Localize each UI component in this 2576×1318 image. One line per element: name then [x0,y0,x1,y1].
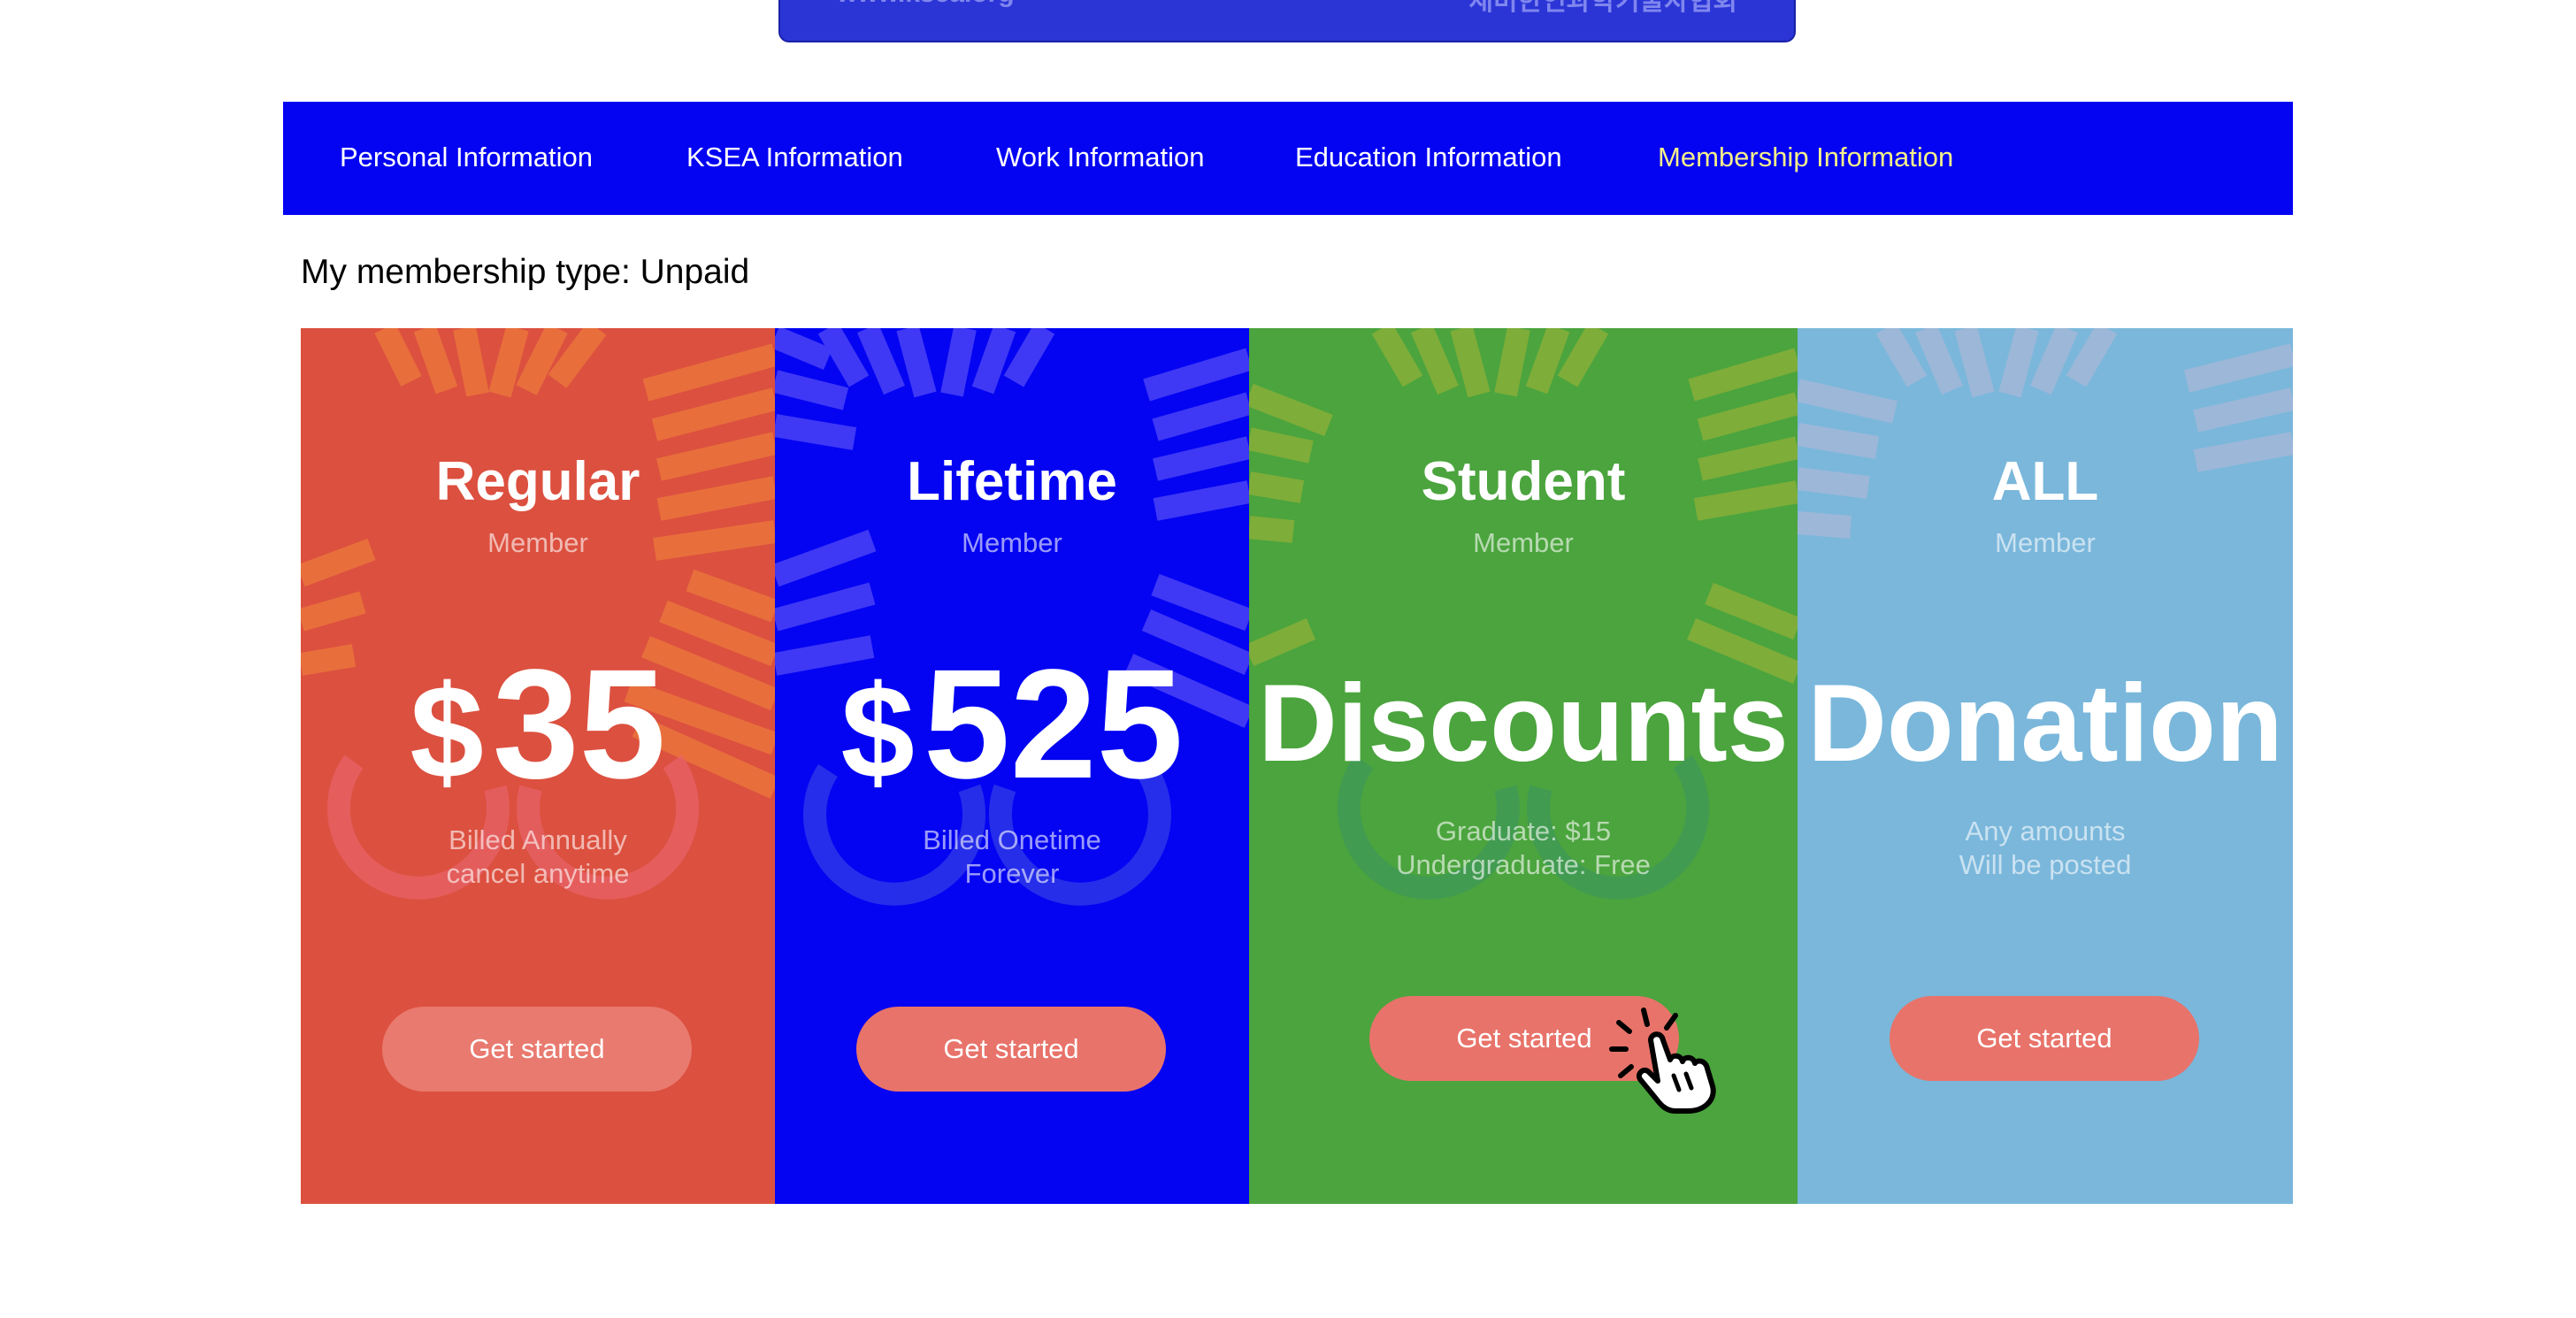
card-note-line-1: Billed Annually [448,824,627,855]
get-started-button-all[interactable]: Get started [1890,996,2199,1081]
currency-symbol: $ [840,657,915,806]
tab-ksea-information[interactable]: KSEA Information [686,142,903,173]
card-title: Student [1421,451,1626,512]
card-lifetime: Lifetime Member $525 Billed Onetime Fore… [775,328,1249,1204]
card-note-line-2: Undergraduate: Free [1396,849,1651,880]
price-value: 525 [923,638,1184,811]
banner-url: www.ksea.org [837,0,1015,9]
banner-org-name: 재미한인과학기술자협회 [1468,0,1737,16]
card-all: ALL Member Donation Any amounts Will be … [1798,328,2293,1204]
card-note-line-2: Forever [964,858,1060,889]
tab-personal-information[interactable]: Personal Information [340,142,593,173]
membership-cards: Regular Member $35 Billed Annually cance… [301,328,2293,1204]
card-price: $35 [301,647,775,802]
card-regular: Regular Member $35 Billed Annually cance… [301,328,775,1204]
tab-work-information[interactable]: Work Information [996,142,1204,173]
tab-membership-information[interactable]: Membership Information [1658,142,1953,173]
card-title: ALL [1991,451,2099,512]
card-subtitle: Member [1473,527,1574,558]
card-headline: Donation [1807,663,2283,785]
top-banner: www.ksea.org 재미한인과학기술자협회 [778,0,1796,42]
card-subtitle: Member [1995,527,2096,558]
get-started-button-regular[interactable]: Get started [382,1007,692,1092]
card-note-line-1: Billed Onetime [923,824,1101,855]
card-note-line-1: Graduate: $15 [1435,816,1612,847]
card-note-line-2: cancel anytime [446,858,630,889]
card-note-line-1: Any amounts [1965,816,2126,847]
card-headline: Discounts [1258,663,1789,785]
card-title: Lifetime [907,451,1117,512]
tab-education-information[interactable]: Education Information [1295,142,1562,173]
get-started-button-lifetime[interactable]: Get started [856,1007,1166,1092]
card-subtitle: Member [487,527,588,558]
card-note-line-2: Will be posted [1959,849,2132,880]
currency-symbol: $ [410,657,484,806]
card-subtitle: Member [962,527,1062,558]
card-title: Regular [435,451,640,512]
membership-type-label: My membership type: Unpaid [301,253,750,291]
price-value: 35 [492,638,666,811]
tab-navigation: Personal Information KSEA Information Wo… [283,102,2293,215]
card-price: $525 [775,647,1249,802]
pointer-hand-click-icon [1609,1008,1716,1114]
